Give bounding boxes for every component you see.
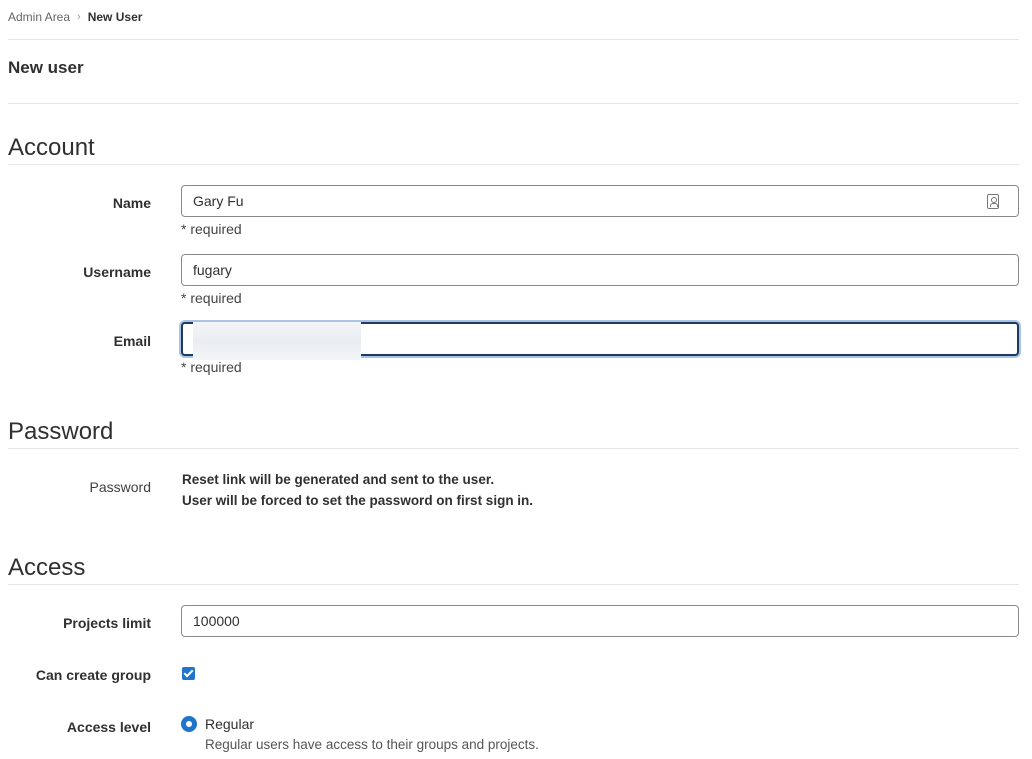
name-input[interactable]: Gary Fu — [181, 185, 1019, 217]
email-redacted-value — [193, 322, 361, 360]
section-title-password: Password — [8, 418, 114, 445]
access-level-regular-help: Regular users have access to their group… — [205, 737, 539, 752]
password-label: Password — [89, 479, 151, 495]
username-input[interactable]: fugary — [181, 254, 1019, 286]
email-label: Email — [113, 333, 151, 349]
section-title-account: Account — [8, 134, 95, 161]
projects-limit-input[interactable]: 100000 — [181, 605, 1019, 637]
divider — [8, 103, 1019, 104]
breadcrumb-admin-area-link[interactable]: Admin Area — [8, 9, 70, 25]
chevron-right-icon: › — [77, 11, 81, 23]
breadcrumb-current: New User — [87, 10, 143, 24]
access-level-label: Access level — [66, 719, 151, 735]
divider — [8, 448, 1019, 449]
access-level-regular-radio[interactable] — [181, 716, 197, 732]
new-user-page: Admin Area › New User New user Account N… — [0, 0, 1032, 759]
name-required-hint: * required — [181, 221, 242, 237]
projects-limit-value: 100000 — [193, 613, 240, 629]
name-label: Name — [112, 195, 151, 211]
can-create-group-checkbox[interactable] — [182, 667, 195, 680]
divider — [8, 584, 1019, 585]
username-input-value: fugary — [193, 262, 232, 278]
contact-card-icon[interactable] — [987, 193, 999, 209]
can-create-group-label: Can create group — [35, 667, 151, 683]
password-reset-info: Reset link will be generated and sent to… — [182, 472, 495, 487]
breadcrumb: Admin Area › New User — [8, 9, 142, 25]
divider — [8, 39, 1019, 40]
name-input-value: Gary Fu — [193, 193, 244, 209]
username-label: Username — [83, 264, 151, 280]
username-required-hint: * required — [181, 290, 242, 306]
email-required-hint: * required — [181, 359, 242, 375]
page-title: New user — [8, 58, 84, 77]
password-force-info: User will be forced to set the password … — [182, 493, 534, 508]
section-title-access: Access — [8, 554, 86, 581]
divider — [8, 164, 1019, 165]
access-level-regular-label[interactable]: Regular — [205, 716, 254, 732]
projects-limit-label: Projects limit — [63, 615, 151, 631]
